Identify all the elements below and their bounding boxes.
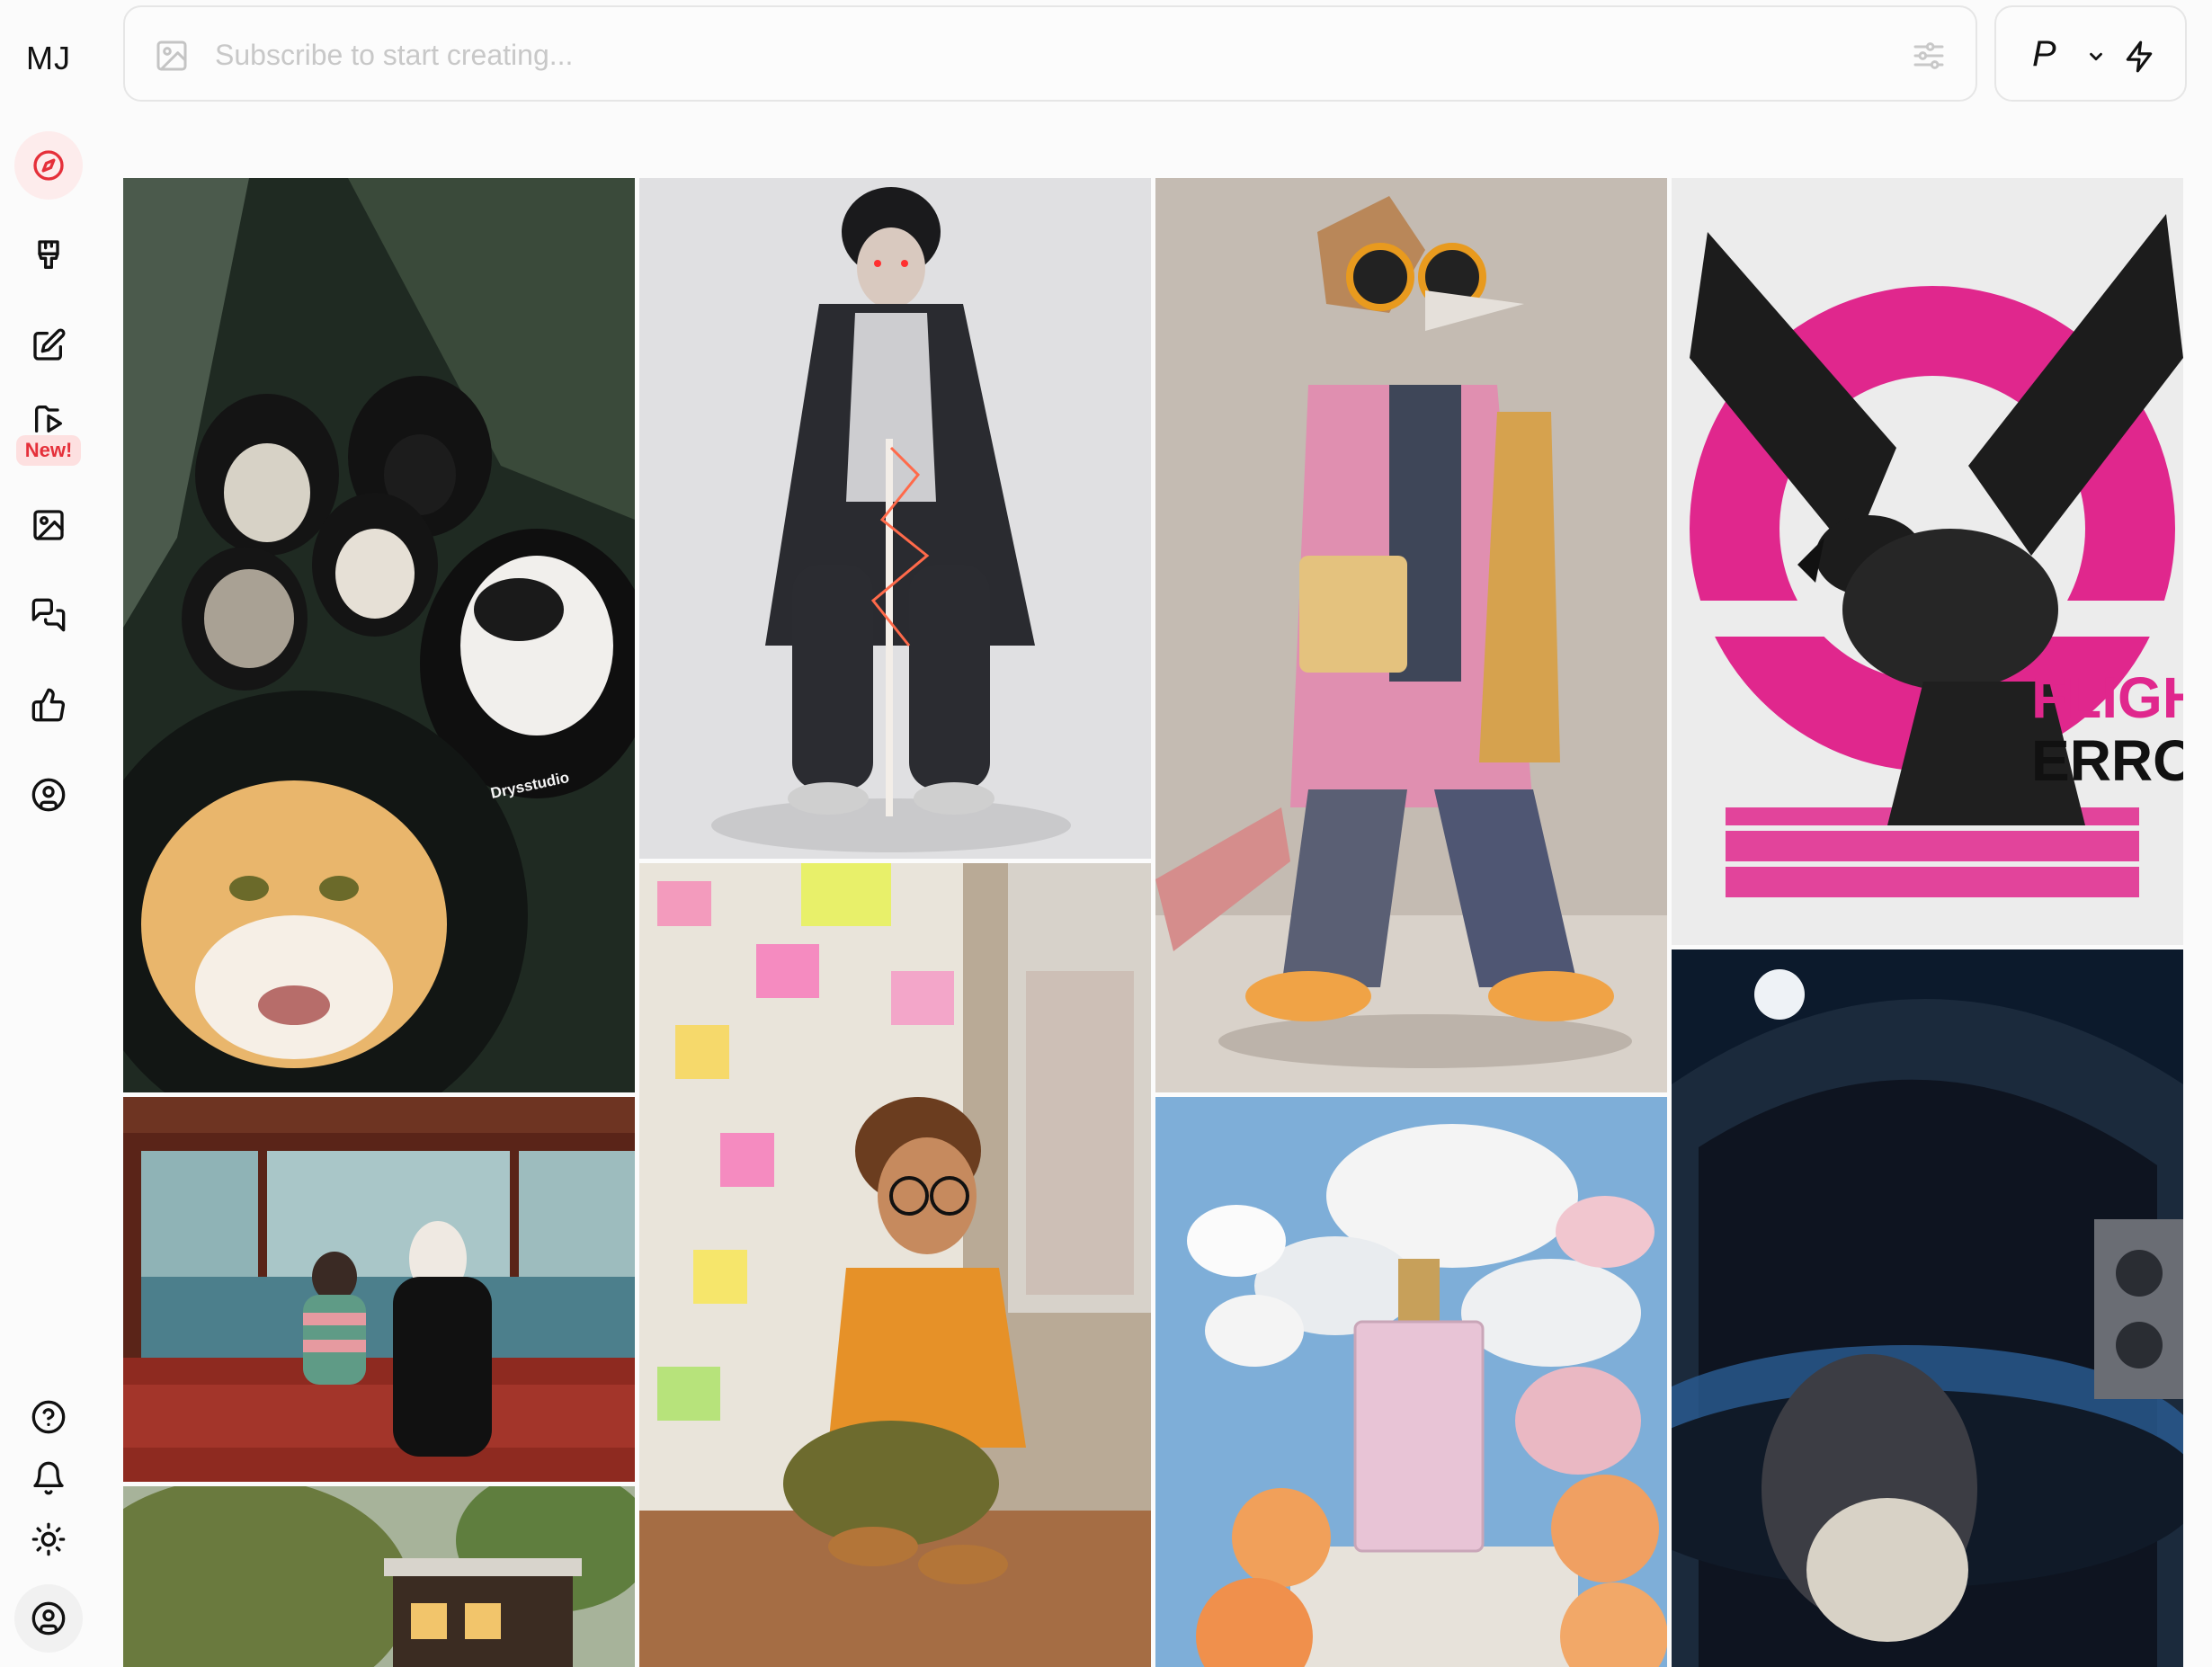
poster-title-line2: ERROR [2031, 728, 2183, 793]
sliders-icon[interactable] [1909, 38, 1949, 74]
chat-bubbles-icon [31, 598, 66, 632]
compass-icon [33, 150, 64, 181]
lightning-bolt-icon[interactable] [2122, 40, 2156, 74]
sidebar-item-edit[interactable] [14, 311, 83, 379]
mode-label[interactable]: P [2032, 34, 2056, 75]
app-root: MJ New! Subscribe to start creating... P… [0, 0, 2212, 1667]
prompt-bar [123, 5, 1977, 102]
gallery-item-fox-in-fashion-outfit[interactable] [1155, 178, 1667, 1092]
image-icon [33, 510, 64, 540]
gallery-item-miniature-house-on-moss[interactable] [123, 1486, 635, 1667]
folder-play-icon [35, 406, 63, 432]
perfume-image [1155, 1097, 1667, 1667]
sidebar-item-chat[interactable] [14, 581, 83, 649]
sidebar-item-create[interactable] [14, 221, 83, 290]
image-upload-icon[interactable] [154, 38, 190, 74]
gallery-item-perfume-bottle-with-peaches[interactable] [1155, 1097, 1667, 1667]
fox-fashion-image [1155, 178, 1667, 1092]
sidebar: MJ New! [0, 0, 97, 1667]
sun-icon [31, 1522, 66, 1556]
gallery-item-glitch-bird-poster[interactable]: FLIGHT ERROR [1672, 178, 2183, 945]
cats-in-hoodies-image: Drysstudio [123, 178, 635, 1092]
miniature-house-image [123, 1486, 635, 1667]
edit-icon [33, 328, 66, 361]
gallery-item-cats-in-hoodies[interactable]: Drysstudio [123, 178, 635, 1092]
sidebar-item-organize[interactable] [14, 491, 83, 559]
gallery-item-dark-warrior-lightning-sword[interactable] [639, 178, 1151, 859]
sidebar-item-tasks[interactable] [14, 671, 83, 739]
sidebar-item-explore[interactable] [14, 131, 83, 200]
prompt-input[interactable] [215, 31, 1833, 79]
mode-selector[interactable]: P [1994, 5, 2187, 102]
sidebar-item-profile[interactable] [14, 761, 83, 829]
glitch-bird-image: FLIGHT ERROR [1672, 178, 2183, 945]
user-circle-icon [31, 1601, 66, 1636]
sticky-notes-girl-image [639, 863, 1151, 1667]
help-circle-icon [31, 1400, 66, 1434]
notifications-button[interactable] [14, 1444, 83, 1512]
astronaut-image [1672, 949, 2183, 1667]
gallery-item-astronaut-helmet-earth-reflection[interactable] [1672, 949, 2183, 1667]
warrior-image [639, 178, 1151, 859]
user-circle-icon [31, 778, 66, 812]
poster-title-line1: FLIGHT [2031, 665, 2183, 730]
help-button[interactable] [14, 1383, 83, 1451]
paintbrush-icon [38, 240, 59, 269]
thumbs-up-icon [31, 688, 66, 722]
chevron-down-icon[interactable] [2086, 47, 2106, 67]
train-scene-image [123, 1097, 635, 1482]
theme-toggle-button[interactable] [14, 1505, 83, 1573]
account-button[interactable] [14, 1584, 83, 1653]
gallery-item-girl-and-masked-figure-on-train[interactable] [123, 1097, 635, 1482]
new-badge: New! [16, 435, 81, 466]
bell-icon [33, 1461, 64, 1495]
logo[interactable]: MJ [0, 40, 97, 77]
gallery-item-girl-with-sticky-notes[interactable] [639, 863, 1151, 1667]
